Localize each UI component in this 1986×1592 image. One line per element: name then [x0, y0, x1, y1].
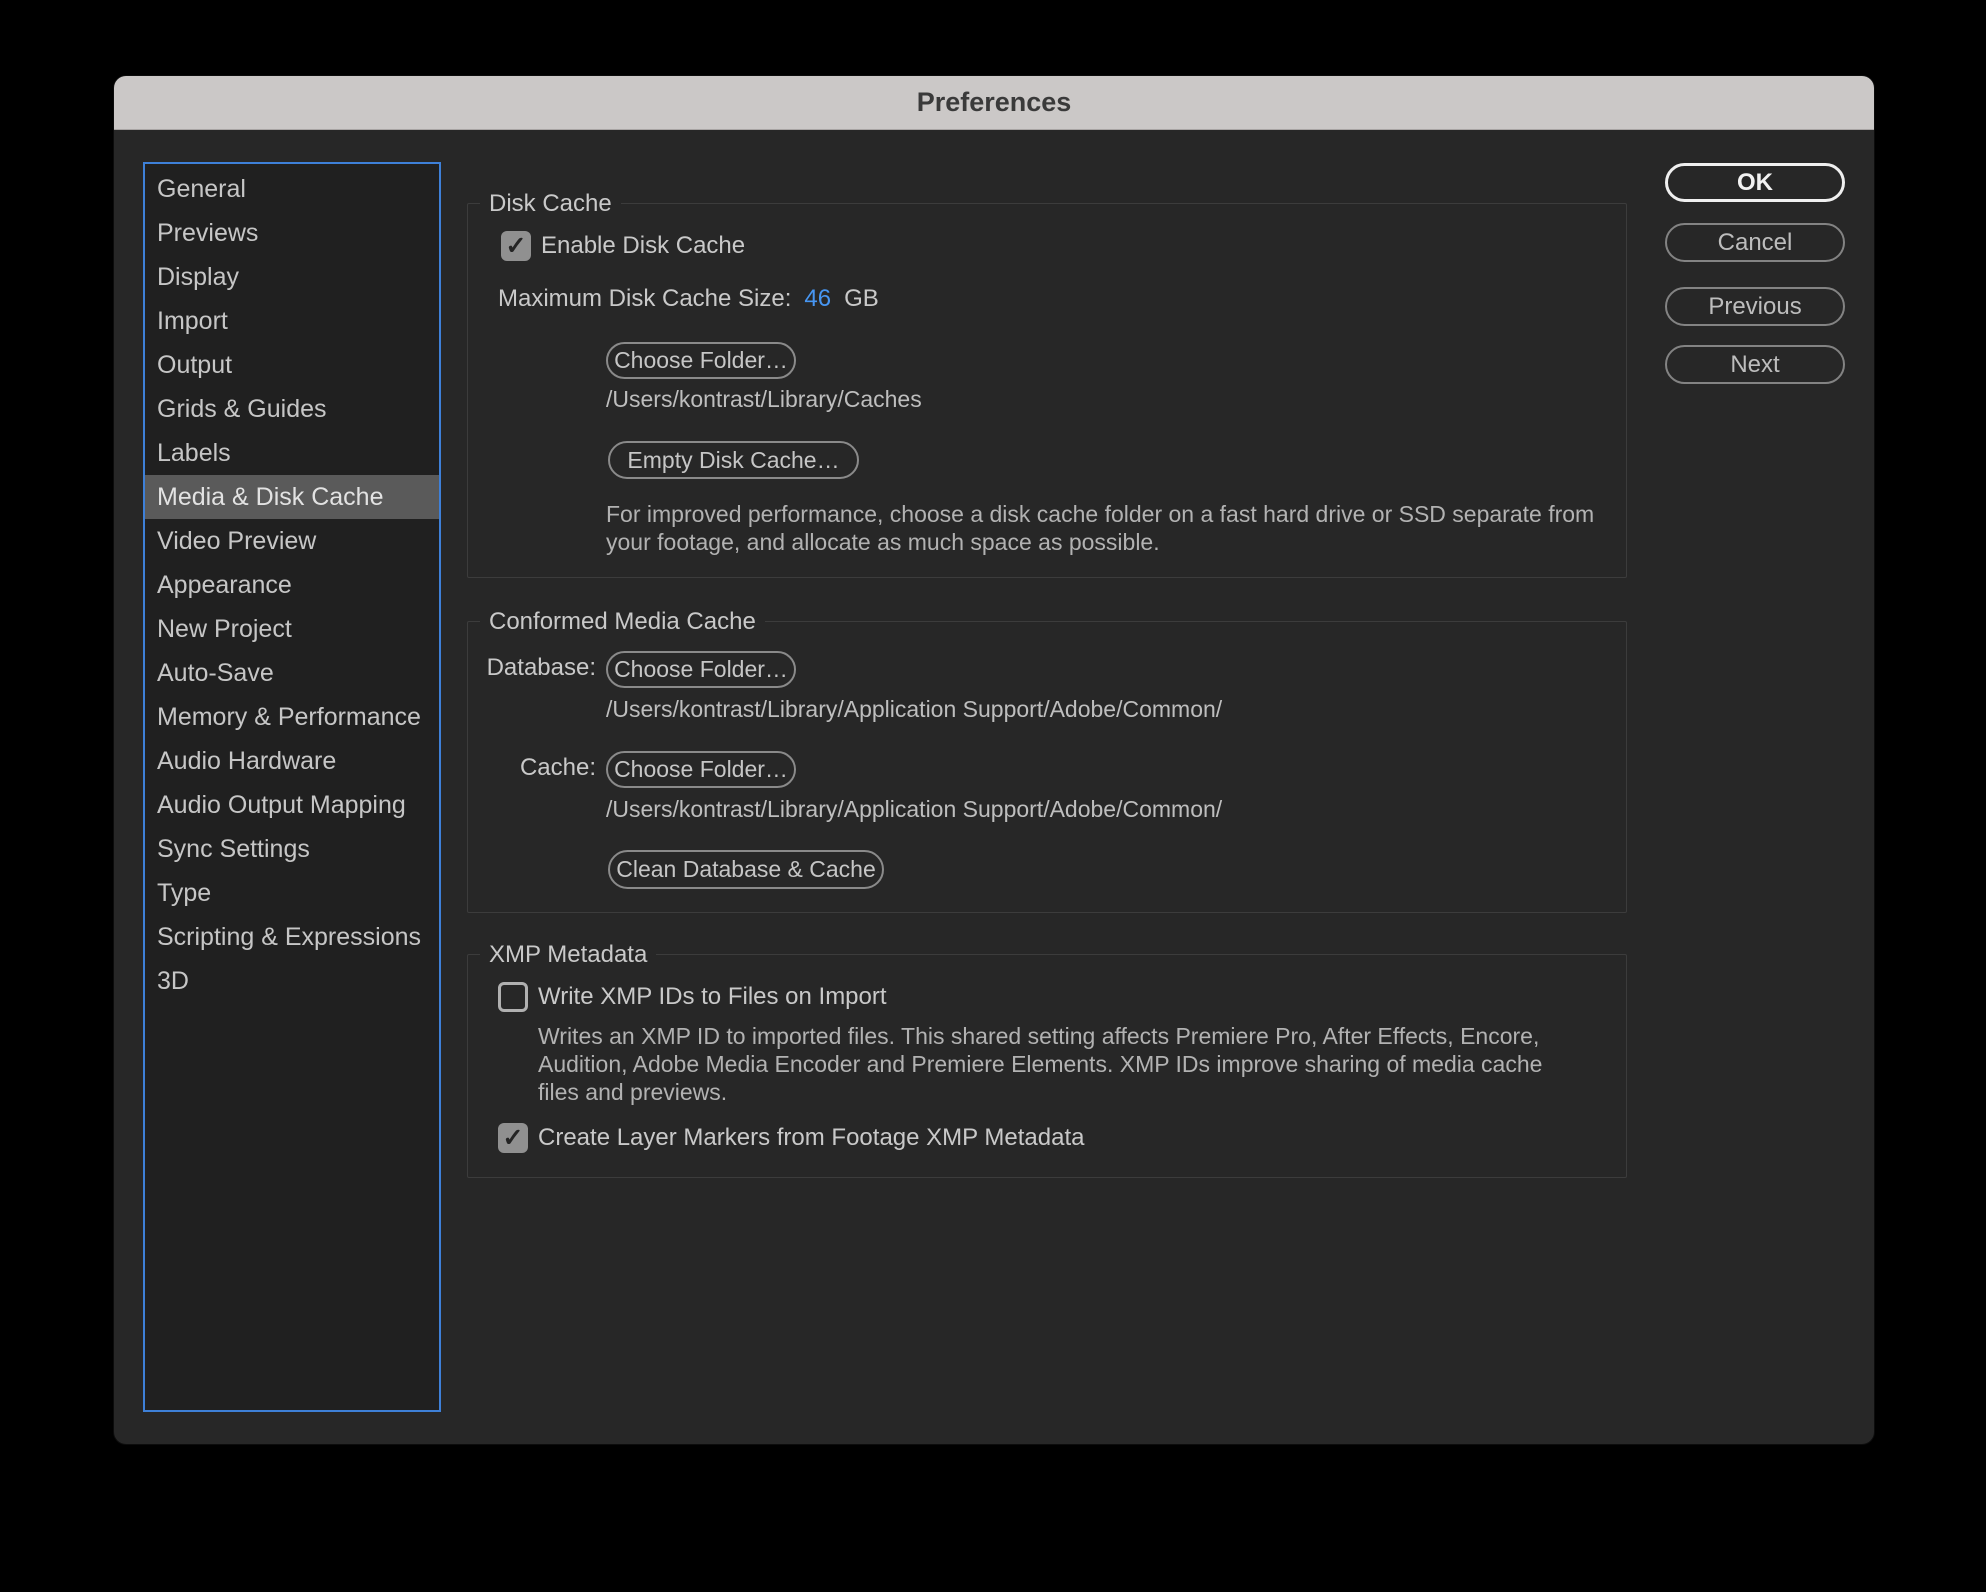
- sidebar-item-import[interactable]: Import: [145, 299, 439, 343]
- sidebar-item-auto-save[interactable]: Auto-Save: [145, 651, 439, 695]
- sidebar-item-new-project[interactable]: New Project: [145, 607, 439, 651]
- checkmark-icon: ✓: [505, 231, 527, 260]
- sidebar-item-output[interactable]: Output: [145, 343, 439, 387]
- dialog-title: Preferences: [916, 87, 1072, 117]
- sidebar-item-memory-performance[interactable]: Memory & Performance: [145, 695, 439, 739]
- sidebar-item-media-disk-cache[interactable]: Media & Disk Cache: [145, 475, 439, 519]
- max-disk-cache-size-row: Maximum Disk Cache Size: 46 GB: [498, 282, 879, 316]
- empty-disk-cache-button[interactable]: Empty Disk Cache…: [608, 441, 859, 479]
- section-xmp-metadata-legend: XMP Metadata: [480, 938, 657, 972]
- sidebar-item-type[interactable]: Type: [145, 871, 439, 915]
- sidebar-item-3d[interactable]: 3D: [145, 959, 439, 1003]
- clean-database-cache-button[interactable]: Clean Database & Cache: [608, 850, 884, 889]
- previous-button[interactable]: Previous: [1665, 287, 1845, 326]
- preferences-category-list: General Previews Display Import Output Grids …: [143, 162, 441, 1412]
- sidebar-item-labels[interactable]: Labels: [145, 431, 439, 475]
- cancel-button[interactable]: Cancel: [1665, 223, 1845, 262]
- disk-cache-description: For improved performance, choose a disk …: [606, 501, 1595, 555]
- next-button[interactable]: Next: [1665, 345, 1845, 384]
- write-xmp-ids-checkbox[interactable]: ✓: [498, 982, 528, 1012]
- sidebar-item-grids-guides[interactable]: Grids & Guides: [145, 387, 439, 431]
- max-disk-cache-size-value[interactable]: 46: [804, 285, 831, 313]
- section-xmp-metadata: XMP Metadata ✓ Write XMP IDs to Files on…: [467, 938, 1627, 1178]
- sidebar-item-sync-settings[interactable]: Sync Settings: [145, 827, 439, 871]
- disk-cache-folder-path: /Users/kontrast/Library/Caches: [606, 386, 922, 412]
- dialog-titlebar[interactable]: Preferences: [114, 76, 1874, 130]
- section-disk-cache: Disk Cache ✓ Enable Disk Cache Maximum D…: [467, 187, 1627, 578]
- ok-button[interactable]: OK: [1665, 163, 1845, 202]
- database-path: /Users/kontrast/Library/Application Supp…: [606, 696, 1223, 722]
- max-disk-cache-size-label: Maximum Disk Cache Size:: [498, 285, 792, 312]
- sidebar-item-video-preview[interactable]: Video Preview: [145, 519, 439, 563]
- preferences-dialog: Preferences General Previews Display Import…: [114, 76, 1874, 1444]
- section-conformed-media-cache-legend: Conformed Media Cache: [480, 605, 765, 639]
- sidebar-item-scripting-expressions[interactable]: Scripting & Expressions: [145, 915, 439, 959]
- create-layer-markers-label: Create Layer Markers from Footage XMP Me…: [538, 1124, 1085, 1151]
- database-label: Database:: [486, 654, 596, 681]
- create-layer-markers-checkbox[interactable]: ✓: [498, 1123, 528, 1153]
- enable-disk-cache-checkbox[interactable]: ✓: [501, 231, 531, 261]
- section-disk-cache-legend: Disk Cache: [480, 187, 621, 221]
- database-choose-folder-button[interactable]: Choose Folder…: [606, 651, 796, 688]
- write-xmp-ids-description: Writes an XMP ID to imported files. This…: [538, 1023, 1543, 1105]
- desktop-background: Preferences General Previews Display Import…: [0, 0, 1986, 1592]
- cache-label: Cache:: [519, 754, 596, 781]
- sidebar-item-audio-output-mapping[interactable]: Audio Output Mapping: [145, 783, 439, 827]
- checkmark-icon: ✓: [502, 1123, 524, 1152]
- sidebar-item-display[interactable]: Display: [145, 255, 439, 299]
- enable-disk-cache-label: Enable Disk Cache: [541, 232, 746, 259]
- sidebar-item-audio-hardware[interactable]: Audio Hardware: [145, 739, 439, 783]
- section-conformed-media-cache: Conformed Media Cache Database: Choose F…: [467, 605, 1627, 913]
- disk-cache-choose-folder-button[interactable]: Choose Folder…: [606, 342, 796, 379]
- cache-path: /Users/kontrast/Library/Application Supp…: [606, 796, 1223, 822]
- max-disk-cache-size-unit: GB: [844, 285, 879, 312]
- sidebar-item-general[interactable]: General: [145, 167, 439, 211]
- write-xmp-ids-label: Write XMP IDs to Files on Import: [538, 983, 887, 1010]
- cache-choose-folder-button[interactable]: Choose Folder…: [606, 751, 796, 788]
- sidebar-item-previews[interactable]: Previews: [145, 211, 439, 255]
- sidebar-item-appearance[interactable]: Appearance: [145, 563, 439, 607]
